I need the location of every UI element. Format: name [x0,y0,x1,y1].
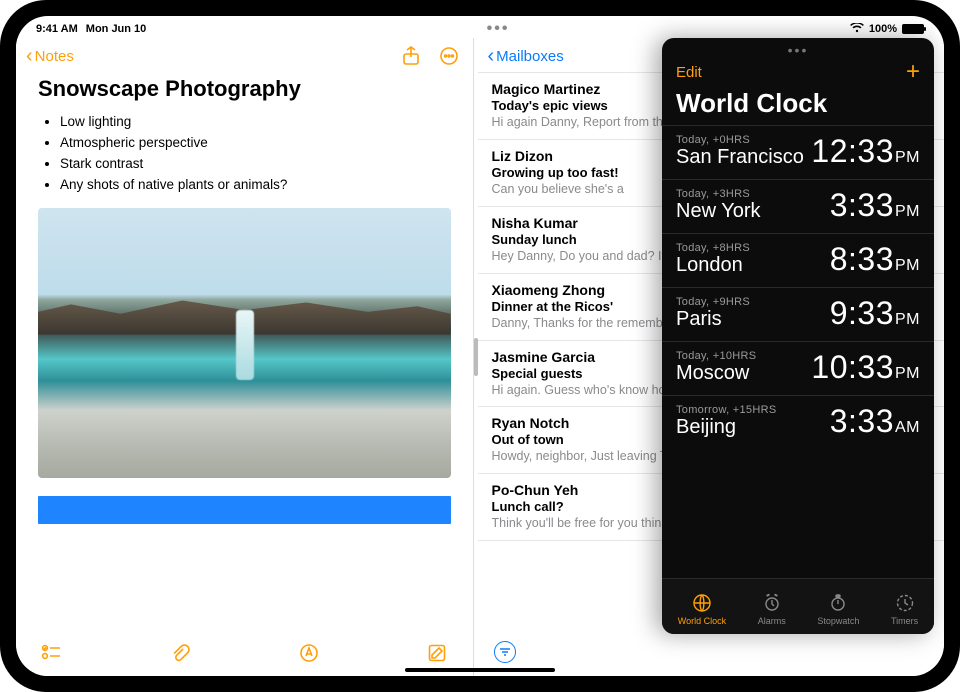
note-bullet: Atmospheric perspective [60,133,451,154]
battery-icon [902,24,924,34]
clock-time: 3:33AM [830,403,920,440]
world-clock-row[interactable]: Today, +3HRSNew York 3:33PM [662,179,934,233]
clock-relative: Today, +0HRS [676,134,804,146]
battery-pct: 100% [869,23,897,35]
add-clock-button[interactable]: + [906,60,920,84]
status-bar: 9:41 AM Mon Jun 10 ••• 100% [16,16,944,38]
clock-tab-timers[interactable]: Timers [891,592,918,626]
status-date: Mon Jun 10 [86,23,147,35]
clock-time: 9:33PM [830,295,920,332]
home-indicator[interactable] [405,668,555,672]
clock-tab-world-clock[interactable]: World Clock [678,592,726,626]
clock-relative: Today, +9HRS [676,296,750,308]
multitask-dots-icon[interactable]: ••• [487,20,510,38]
clock-city: Moscow [676,362,756,385]
note-bullet: Any shots of native plants or animals? [60,175,451,196]
note-title[interactable]: Snowscape Photography [38,76,451,102]
clock-relative: Today, +3HRS [676,188,761,200]
chevron-left-icon: ‹ [488,46,495,66]
note-image-attachment[interactable] [38,208,451,478]
checklist-icon[interactable] [40,642,62,664]
clock-city: Beijing [676,416,776,439]
clock-tab-icon [827,592,849,614]
notes-back-button[interactable]: ‹ Notes [26,46,74,66]
clock-tab-label: World Clock [678,616,726,626]
attachment-icon[interactable] [169,642,191,664]
filter-icon[interactable] [494,641,516,663]
clock-city: San Francisco [676,146,804,169]
clock-city: London [676,254,750,277]
mail-back-label: Mailboxes [496,48,564,65]
clock-time: 3:33PM [830,187,920,224]
clock-time: 12:33PM [811,133,920,170]
note-image-attachment-clipped[interactable] [38,496,451,524]
clock-relative: Today, +10HRS [676,350,756,362]
clock-tab-icon [761,592,783,614]
clock-tab-icon [691,592,713,614]
clock-time: 10:33PM [811,349,920,386]
clock-title: World Clock [662,84,934,125]
clock-city: New York [676,200,761,223]
clock-relative: Today, +8HRS [676,242,750,254]
slideover-handle-icon[interactable]: ••• [788,42,809,58]
chevron-left-icon: ‹ [26,46,33,66]
world-clock-row[interactable]: Tomorrow, +15HRSBeijing 3:33AM [662,395,934,449]
more-icon[interactable] [439,46,459,66]
notes-app-pane: ‹ Notes Snowscape Photography [16,38,474,676]
clock-edit-button[interactable]: Edit [676,64,702,81]
compose-icon[interactable] [426,642,448,664]
clock-tab-alarms[interactable]: Alarms [758,592,786,626]
mail-app-pane: ‹ Mailboxes Magico MartinezToday's epic … [478,38,945,676]
note-bullet: Stark contrast [60,154,451,175]
notes-back-label: Notes [35,48,74,65]
clock-tab-bar: World Clock Alarms Stopwatch Timers [662,578,934,634]
clock-tab-label: Timers [891,616,918,626]
world-clock-row[interactable]: Today, +10HRSMoscow 10:33PM [662,341,934,395]
share-icon[interactable] [401,46,421,66]
clock-tab-icon [894,592,916,614]
clock-tab-label: Stopwatch [817,616,859,626]
clock-tab-stopwatch[interactable]: Stopwatch [817,592,859,626]
markup-icon[interactable] [298,642,320,664]
note-bullet: Low lighting [60,112,451,133]
world-clock-row[interactable]: Today, +9HRSParis 9:33PM [662,287,934,341]
clock-relative: Tomorrow, +15HRS [676,404,776,416]
status-time: 9:41 AM [36,23,78,35]
clock-tab-label: Alarms [758,616,786,626]
wifi-icon [850,23,864,36]
clock-slideover: ••• Edit + World Clock Today, +0HRSSan F… [662,38,934,634]
clock-time: 8:33PM [830,241,920,278]
clock-city: Paris [676,308,750,331]
world-clock-row[interactable]: Today, +8HRSLondon 8:33PM [662,233,934,287]
world-clock-row[interactable]: Today, +0HRSSan Francisco 12:33PM [662,125,934,179]
world-clock-list[interactable]: Today, +0HRSSan Francisco12:33PMToday, +… [662,125,934,578]
note-bullet-list[interactable]: Low lighting Atmospheric perspective Sta… [38,112,451,196]
